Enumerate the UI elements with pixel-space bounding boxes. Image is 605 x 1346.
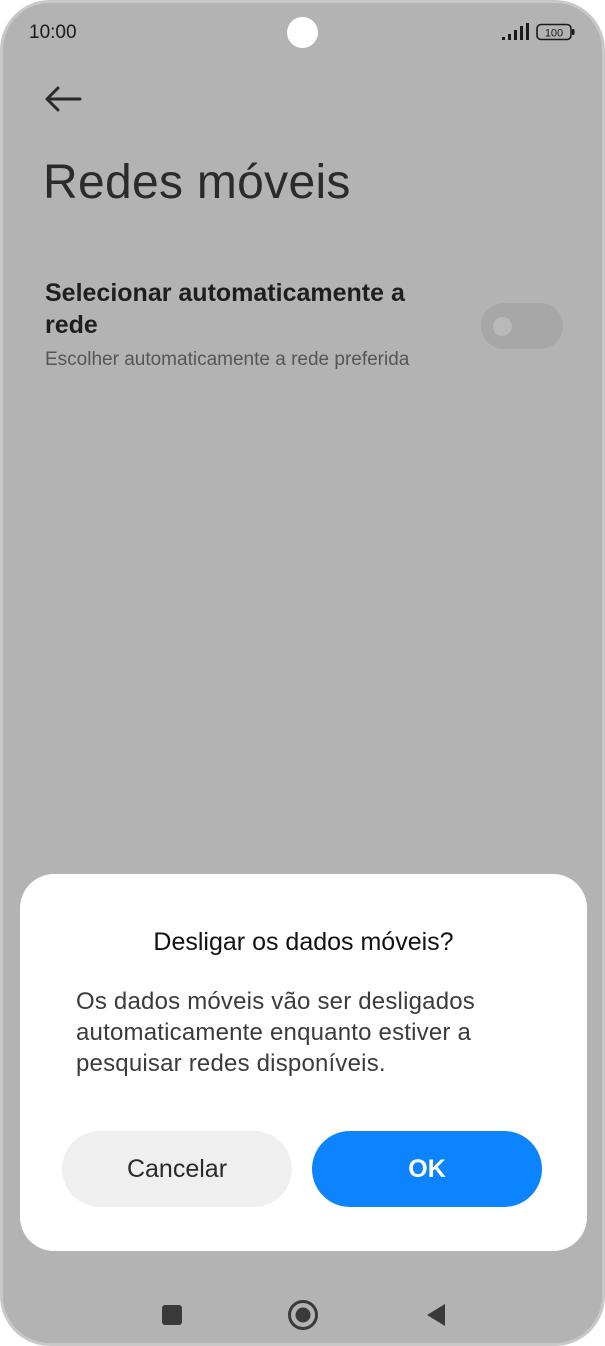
confirm-dialog: Desligar os dados móveis? Os dados móvei… [20,874,587,1251]
dialog-message: Os dados móveis vão ser desligados autom… [76,988,476,1077]
signal-icon [502,23,529,40]
auto-select-network-setting[interactable]: Selecionar automaticamente a rede Escolh… [45,275,565,385]
battery-level: 100 [545,28,563,40]
setting-title: Selecionar automaticamente a rede [45,279,405,339]
recents-button[interactable] [152,1295,192,1335]
phone-screen: 10:00 100 Redes móveis Selecionar automa… [0,0,605,1346]
page-title: Redes móveis [43,156,351,209]
back-button[interactable] [41,79,85,119]
navigation-bar [3,1285,602,1341]
status-time: 10:00 [29,22,77,43]
square-icon [162,1305,182,1325]
setting-description: Escolher automaticamente a rede preferid… [45,349,410,370]
triangle-back-icon [427,1304,445,1326]
cancel-button[interactable]: Cancelar [62,1131,292,1207]
arrow-left-icon [45,86,82,112]
ok-button[interactable]: OK [312,1131,542,1207]
circle-home-icon [288,1300,318,1330]
toggle-knob [493,317,512,336]
dialog-title: Desligar os dados móveis? [153,928,454,956]
camera-cutout [287,17,318,48]
home-button[interactable] [283,1295,323,1335]
battery-icon: 100 [536,23,575,41]
auto-select-toggle[interactable] [481,303,563,349]
nav-back-button[interactable] [416,1295,456,1335]
status-bar: 10:00 100 [3,3,602,63]
